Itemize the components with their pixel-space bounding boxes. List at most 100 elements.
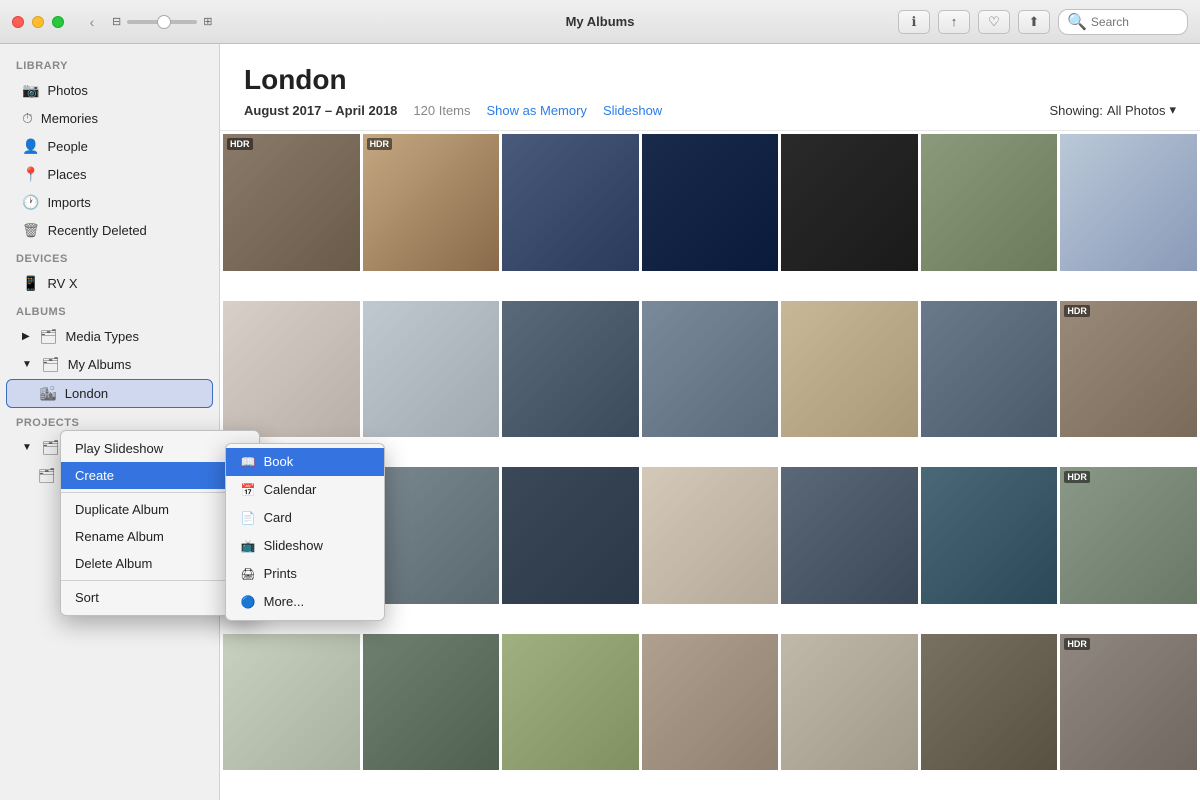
photo-cell[interactable] — [921, 134, 1058, 271]
sidebar-item-label: My Albums — [68, 357, 132, 372]
folder-icon: 🗂 — [42, 439, 60, 456]
zoom-slider[interactable] — [127, 20, 197, 24]
showing-label: Showing: — [1049, 103, 1102, 118]
photo-cell[interactable] — [642, 301, 779, 438]
zoom-in-icon: ⊞ — [203, 15, 212, 28]
export-button[interactable]: ⬆ — [1018, 10, 1050, 34]
zoom-thumb — [157, 15, 171, 29]
menu-item-label: Duplicate Album — [75, 502, 169, 517]
sidebar-item-label: People — [47, 139, 87, 154]
photo-cell[interactable] — [502, 134, 639, 271]
info-button[interactable]: ℹ — [898, 10, 930, 34]
slideshow-link[interactable]: Slideshow — [603, 103, 662, 118]
sidebar-item-label: Recently Deleted — [48, 223, 147, 238]
photo-cell[interactable] — [1060, 134, 1197, 271]
sidebar-item-label: Imports — [47, 195, 90, 210]
photo-cell[interactable] — [781, 634, 918, 771]
sidebar-item-recently-deleted[interactable]: 🗑 Recently Deleted — [6, 217, 213, 244]
submenu-item-prints[interactable]: 🖨 Prints — [226, 560, 384, 588]
photo-cell[interactable] — [642, 134, 779, 271]
album-icon: 🏙 — [39, 385, 57, 402]
photo-cell[interactable] — [921, 301, 1058, 438]
navigation: ‹ — [80, 10, 104, 34]
photo-cell[interactable] — [363, 301, 500, 438]
photo-cell[interactable] — [502, 301, 639, 438]
sidebar-item-photos[interactable]: 📷 Photos — [6, 77, 213, 104]
calendar-icon: 📅 — [240, 482, 256, 498]
album-dates: August 2017 – April 2018 — [244, 103, 397, 118]
imports-icon: 🕐 — [22, 194, 39, 211]
places-icon: 📍 — [22, 166, 39, 183]
sidebar-item-rv-x[interactable]: 📱 RV X — [6, 270, 213, 297]
submenu-item-more[interactable]: 🔵 More... — [226, 588, 384, 616]
sidebar-item-label: London — [65, 386, 108, 401]
album-meta: August 2017 – April 2018 120 Items Show … — [244, 102, 1176, 118]
photo-cell[interactable]: HDR — [1060, 634, 1197, 771]
photo-cell[interactable] — [921, 634, 1058, 771]
submenu-item-slideshow[interactable]: 📺 Slideshow — [226, 532, 384, 560]
submenu-item-label: Book — [264, 454, 294, 469]
submenu-item-label: Card — [264, 510, 292, 525]
sidebar-item-label: Media Types — [65, 329, 138, 344]
sidebar-item-media-types[interactable]: ▶ 🗂 Media Types — [6, 323, 213, 350]
zoom-control: ⊟ ⊞ — [112, 15, 212, 28]
submenu-item-card[interactable]: 📄 Card — [226, 504, 384, 532]
sidebar-item-my-albums[interactable]: ▼ 🗂 My Albums — [6, 351, 213, 378]
photo-cell[interactable] — [921, 467, 1058, 604]
submenu-item-calendar[interactable]: 📅 Calendar — [226, 476, 384, 504]
hdr-badge: HDR — [227, 138, 253, 150]
photo-cell[interactable]: HDR — [1060, 467, 1197, 604]
back-button[interactable]: ‹ — [80, 10, 104, 34]
photo-cell[interactable] — [781, 467, 918, 604]
search-box[interactable]: 🔍 — [1058, 9, 1188, 35]
photo-cell[interactable]: HDR — [1060, 301, 1197, 438]
photo-cell[interactable] — [223, 301, 360, 438]
sidebar-item-people[interactable]: 👤 People — [6, 133, 213, 160]
show-as-memory-link[interactable]: Show as Memory — [487, 103, 587, 118]
book-icon: 📖 — [240, 454, 256, 470]
memories-icon: ⏱ — [22, 110, 33, 127]
expand-icon: ▶ — [22, 331, 30, 342]
maximize-button[interactable] — [52, 16, 64, 28]
sidebar-item-label: RV X — [47, 276, 77, 291]
more-icon: 🔵 — [240, 594, 256, 610]
sidebar-item-imports[interactable]: 🕐 Imports — [6, 189, 213, 216]
submenu-item-book[interactable]: 📖 Book — [226, 448, 384, 476]
photo-cell[interactable] — [642, 467, 779, 604]
card-icon: 📄 — [240, 510, 256, 526]
sidebar-item-label: Places — [47, 167, 86, 182]
close-button[interactable] — [12, 16, 24, 28]
menu-item-label: Play Slideshow — [75, 441, 163, 456]
photo-cell[interactable] — [363, 634, 500, 771]
content-area: London August 2017 – April 2018 120 Item… — [220, 44, 1200, 800]
submenu-item-label: Calendar — [264, 482, 317, 497]
photo-cell[interactable] — [781, 134, 918, 271]
photo-cell[interactable]: HDR — [223, 134, 360, 271]
photo-cell[interactable] — [781, 301, 918, 438]
sidebar-item-london[interactable]: 🏙 London — [6, 379, 213, 408]
people-icon: 👤 — [22, 138, 39, 155]
sidebar-item-memories[interactable]: ⏱ Memories — [6, 105, 213, 132]
heart-button[interactable]: ♡ — [978, 10, 1010, 34]
share-button[interactable]: ↑ — [938, 10, 970, 34]
sidebar-item-places[interactable]: 📍 Places — [6, 161, 213, 188]
photo-cell[interactable]: HDR — [363, 134, 500, 271]
showing-filter[interactable]: Showing: All Photos ▾ — [1049, 102, 1176, 118]
photo-cell[interactable] — [223, 634, 360, 771]
hdr-badge: HDR — [1064, 638, 1090, 650]
menu-item-label: Create — [75, 468, 114, 483]
submenu-item-label: Slideshow — [264, 538, 323, 553]
photo-cell[interactable] — [502, 634, 639, 771]
prints-icon: 🖨 — [240, 566, 256, 582]
search-input[interactable] — [1091, 15, 1191, 29]
sidebar-item-label: Memories — [41, 111, 98, 126]
hdr-badge: HDR — [367, 138, 393, 150]
minimize-button[interactable] — [32, 16, 44, 28]
submenu-item-label: Prints — [264, 566, 297, 581]
titlebar: ‹ ⊟ ⊞ My Albums ℹ ↑ ♡ ⬆ 🔍 — [0, 0, 1200, 44]
menu-item-label: Delete Album — [75, 556, 152, 571]
photo-cell[interactable] — [642, 634, 779, 771]
photo-cell[interactable] — [502, 467, 639, 604]
album-count: 120 Items — [413, 103, 470, 118]
menu-item-label: Rename Album — [75, 529, 164, 544]
